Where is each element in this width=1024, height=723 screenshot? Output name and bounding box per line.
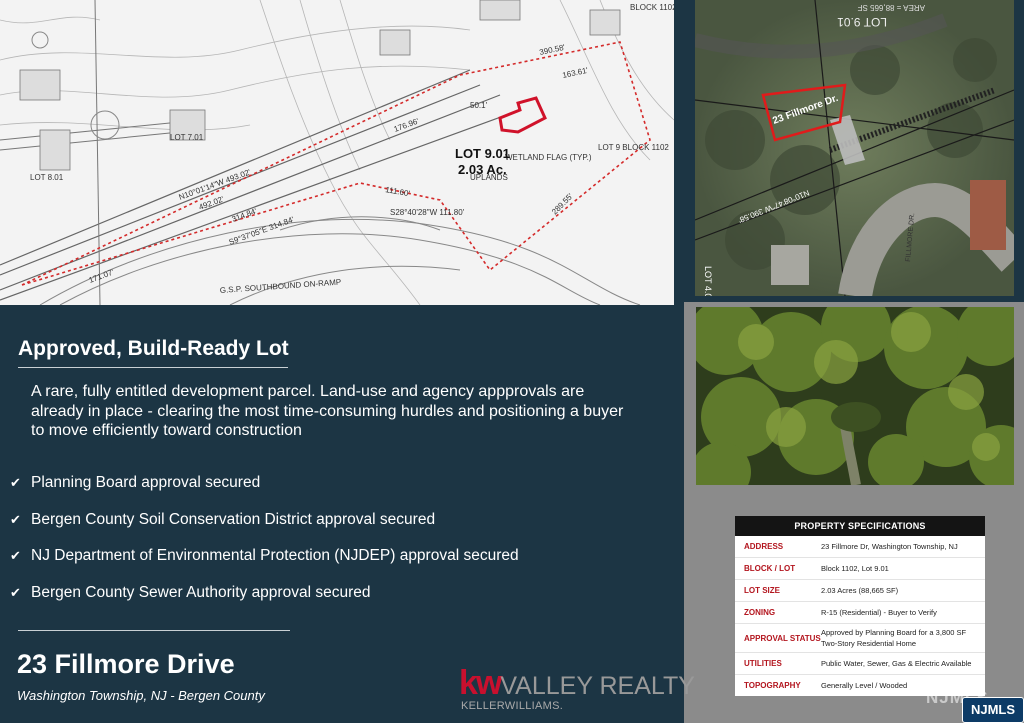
spec-value: R-15 (Residential) - Buyer to Verify — [821, 608, 937, 617]
kw-valley-realty-logo: kwVALLEY REALTY KELLERWILLIAMS. — [459, 664, 695, 716]
divider — [18, 367, 288, 368]
plat-label: BLOCK 1102 — [630, 3, 674, 12]
approval-item: ✔ NJ Department of Environmental Protect… — [10, 547, 519, 565]
checkmark-icon: ✔ — [10, 548, 21, 563]
checkmark-icon: ✔ — [10, 475, 21, 490]
approval-label: Bergen County Soil Conservation District… — [31, 511, 436, 528]
checkmark-icon: ✔ — [10, 585, 21, 600]
plat-label: LOT 8.01 — [30, 173, 64, 182]
listing-location: Washington Township, NJ - Bergen County — [17, 688, 265, 703]
tree-canopy-photo — [696, 307, 1014, 485]
aerial-drawing: 23 Fillmore Dr. LOT 9.01 AREA = 88,665 S… — [695, 0, 1014, 296]
spec-row: UTILITIES Public Water, Sewer, Gas & Ele… — [735, 653, 985, 675]
divider — [18, 630, 290, 631]
kw-valley-text: VALLEY REALTY — [500, 672, 695, 700]
spec-value: Block 1102, Lot 9.01 — [821, 564, 889, 573]
approval-label: Planning Board approval secured — [31, 474, 261, 491]
approval-label: Bergen County Sewer Authority approval s… — [31, 584, 371, 601]
spec-value: Public Water, Sewer, Gas & Electric Avai… — [821, 659, 972, 668]
spec-table-title: PROPERTY SPECIFICATIONS — [735, 516, 985, 536]
aerial-photo-trees — [696, 307, 1014, 485]
kw-mark: kw — [459, 664, 502, 702]
plat-bearing: S28°40'28"W 111.80' — [390, 208, 465, 217]
aerial-lot-map: 23 Fillmore Dr. LOT 9.01 AREA = 88,665 S… — [695, 0, 1014, 296]
aerial-lot4: LOT 4.01 — [703, 266, 713, 296]
njmls-badge: NJMLS — [962, 697, 1024, 723]
acreage-label: 2.03 Ac. — [458, 162, 507, 177]
spec-value: Approved by Planning Board for a 3,800 S… — [821, 628, 967, 648]
section-title: Approved, Build-Ready Lot — [18, 337, 289, 360]
plat-label: WETLAND FLAG (TYP.) — [505, 153, 592, 162]
approval-item: ✔ Bergen County Sewer Authority approval… — [10, 584, 370, 602]
approval-item: ✔ Bergen County Soil Conservation Distri… — [10, 511, 435, 529]
spec-key: LOT SIZE — [744, 586, 780, 595]
spec-value: 23 Fillmore Dr, Washington Township, NJ — [821, 542, 958, 551]
spec-row: ZONING R-15 (Residential) - Buyer to Ver… — [735, 602, 985, 624]
kellerwilliams-text: KELLERWILLIAMS. — [461, 700, 564, 712]
listing-address: 23 Fillmore Drive — [17, 649, 235, 679]
spec-key: ZONING — [744, 608, 776, 617]
spec-key: BLOCK / LOT — [744, 564, 796, 573]
spec-row: LOT SIZE 2.03 Acres (88,665 SF) — [735, 580, 985, 602]
plat-drawing: 176.96' 492.02' 314.84' 111.60' 171.07' … — [0, 0, 674, 305]
plat-label: LOT 7.01 — [170, 133, 204, 142]
property-specifications-table: PROPERTY SPECIFICATIONS ADDRESS 23 Fillm… — [735, 516, 985, 696]
spec-key: ADDRESS — [744, 542, 784, 551]
checkmark-icon: ✔ — [10, 512, 21, 527]
spec-key: APPROVAL STATUS — [744, 633, 821, 643]
spec-key: TOPOGRAPHY — [744, 681, 801, 690]
plat-dim: 50.1' — [470, 101, 488, 110]
spec-row: APPROVAL STATUS Approved by Planning Boa… — [735, 624, 985, 653]
spec-key: UTILITIES — [744, 659, 782, 668]
spec-value: 2.03 Acres (88,665 SF) — [821, 586, 899, 595]
lot-label: LOT 9.01 — [455, 146, 510, 161]
aerial-area-label: AREA = 88,665 SF — [858, 3, 925, 12]
plat-label: LOT 9 BLOCK 1102 — [598, 143, 669, 152]
spec-row: BLOCK / LOT Block 1102, Lot 9.01 — [735, 558, 985, 580]
approval-label: NJ Department of Environmental Protectio… — [31, 547, 519, 564]
approval-item: ✔ Planning Board approval secured — [10, 474, 260, 492]
survey-plat-map: 176.96' 492.02' 314.84' 111.60' 171.07' … — [0, 0, 674, 305]
aerial-lot-label: LOT 9.01 — [837, 15, 887, 29]
section-intro: A rare, fully entitled development parce… — [31, 383, 624, 439]
spec-row: ADDRESS 23 Fillmore Dr, Washington Towns… — [735, 536, 985, 558]
